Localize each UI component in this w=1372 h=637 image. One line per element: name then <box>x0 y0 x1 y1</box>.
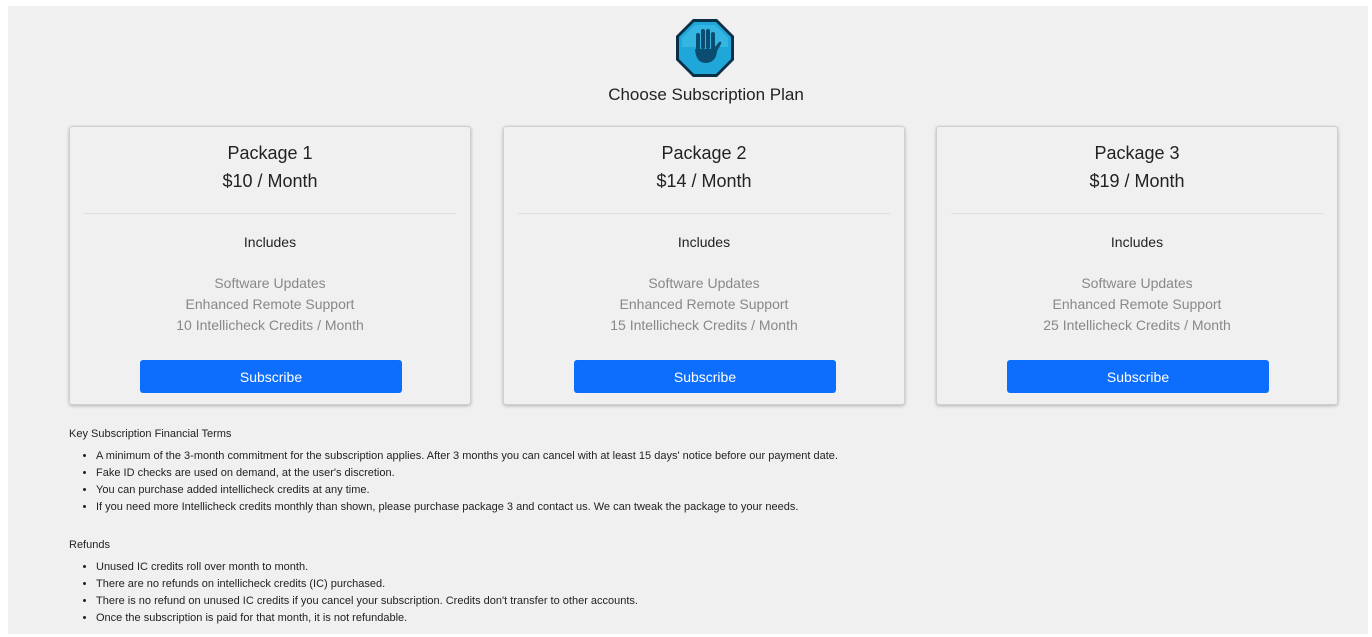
list-item: You can purchase added intellicheck cred… <box>96 482 838 499</box>
subscription-page: Choose Subscription Plan Package 1 $10 /… <box>8 6 1368 634</box>
list-item: There are no refunds on intellicheck cre… <box>96 576 638 593</box>
financial-terms-heading: Key Subscription Financial Terms <box>69 428 232 440</box>
includes-label: Includes <box>243 234 297 250</box>
feature-list: Software Updates Enhanced Remote Support… <box>70 273 470 336</box>
refunds-list: Unused IC credits roll over month to mon… <box>69 559 638 627</box>
card-divider <box>518 213 890 214</box>
subscribe-button-package-1[interactable]: Subscribe <box>140 360 402 393</box>
feature-item: Enhanced Remote Support <box>1052 296 1222 312</box>
package-name: Package 2 <box>661 143 747 163</box>
financial-terms-list: A minimum of the 3-month commitment for … <box>69 448 838 516</box>
package-price: $19 / Month <box>1089 171 1185 191</box>
feature-item: Software Updates <box>214 275 326 291</box>
package-name: Package 1 <box>227 143 313 163</box>
financial-terms-section: Key Subscription Financial Terms A minim… <box>69 428 838 516</box>
subscribe-button-package-3[interactable]: Subscribe <box>1007 360 1269 393</box>
card-divider <box>951 213 1323 214</box>
includes-label: Includes <box>677 234 731 250</box>
feature-item: 10 Intellicheck Credits / Month <box>176 317 364 333</box>
feature-item: 25 Intellicheck Credits / Month <box>1043 317 1231 333</box>
page-title: Choose Subscription Plan <box>608 85 804 104</box>
list-item: Fake ID checks are used on demand, at th… <box>96 465 838 482</box>
feature-item: 15 Intellicheck Credits / Month <box>610 317 798 333</box>
list-item: If you need more Intellicheck credits mo… <box>96 499 838 516</box>
hand-stop-icon <box>676 19 734 77</box>
package-price: $14 / Month <box>656 171 752 191</box>
subscribe-button-package-2[interactable]: Subscribe <box>574 360 836 393</box>
package-card-2: Package 2 $14 / Month Includes Software … <box>503 126 905 405</box>
feature-item: Software Updates <box>1081 275 1193 291</box>
card-divider <box>84 213 456 214</box>
refunds-heading: Refunds <box>69 539 110 551</box>
package-name: Package 3 <box>1094 143 1180 163</box>
refunds-section: Refunds Unused IC credits roll over mont… <box>69 539 638 627</box>
list-item: A minimum of the 3-month commitment for … <box>96 448 838 465</box>
feature-item: Enhanced Remote Support <box>619 296 789 312</box>
package-price: $10 / Month <box>222 171 318 191</box>
feature-list: Software Updates Enhanced Remote Support… <box>504 273 904 336</box>
list-item: Once the subscription is paid for that m… <box>96 610 638 627</box>
feature-item: Enhanced Remote Support <box>185 296 355 312</box>
list-item: There is no refund on unused IC credits … <box>96 593 638 610</box>
list-item: Unused IC credits roll over month to mon… <box>96 559 638 576</box>
package-card-1: Package 1 $10 / Month Includes Software … <box>69 126 471 405</box>
feature-list: Software Updates Enhanced Remote Support… <box>937 273 1337 336</box>
feature-item: Software Updates <box>648 275 760 291</box>
includes-label: Includes <box>1110 234 1164 250</box>
package-card-3: Package 3 $19 / Month Includes Software … <box>936 126 1338 405</box>
